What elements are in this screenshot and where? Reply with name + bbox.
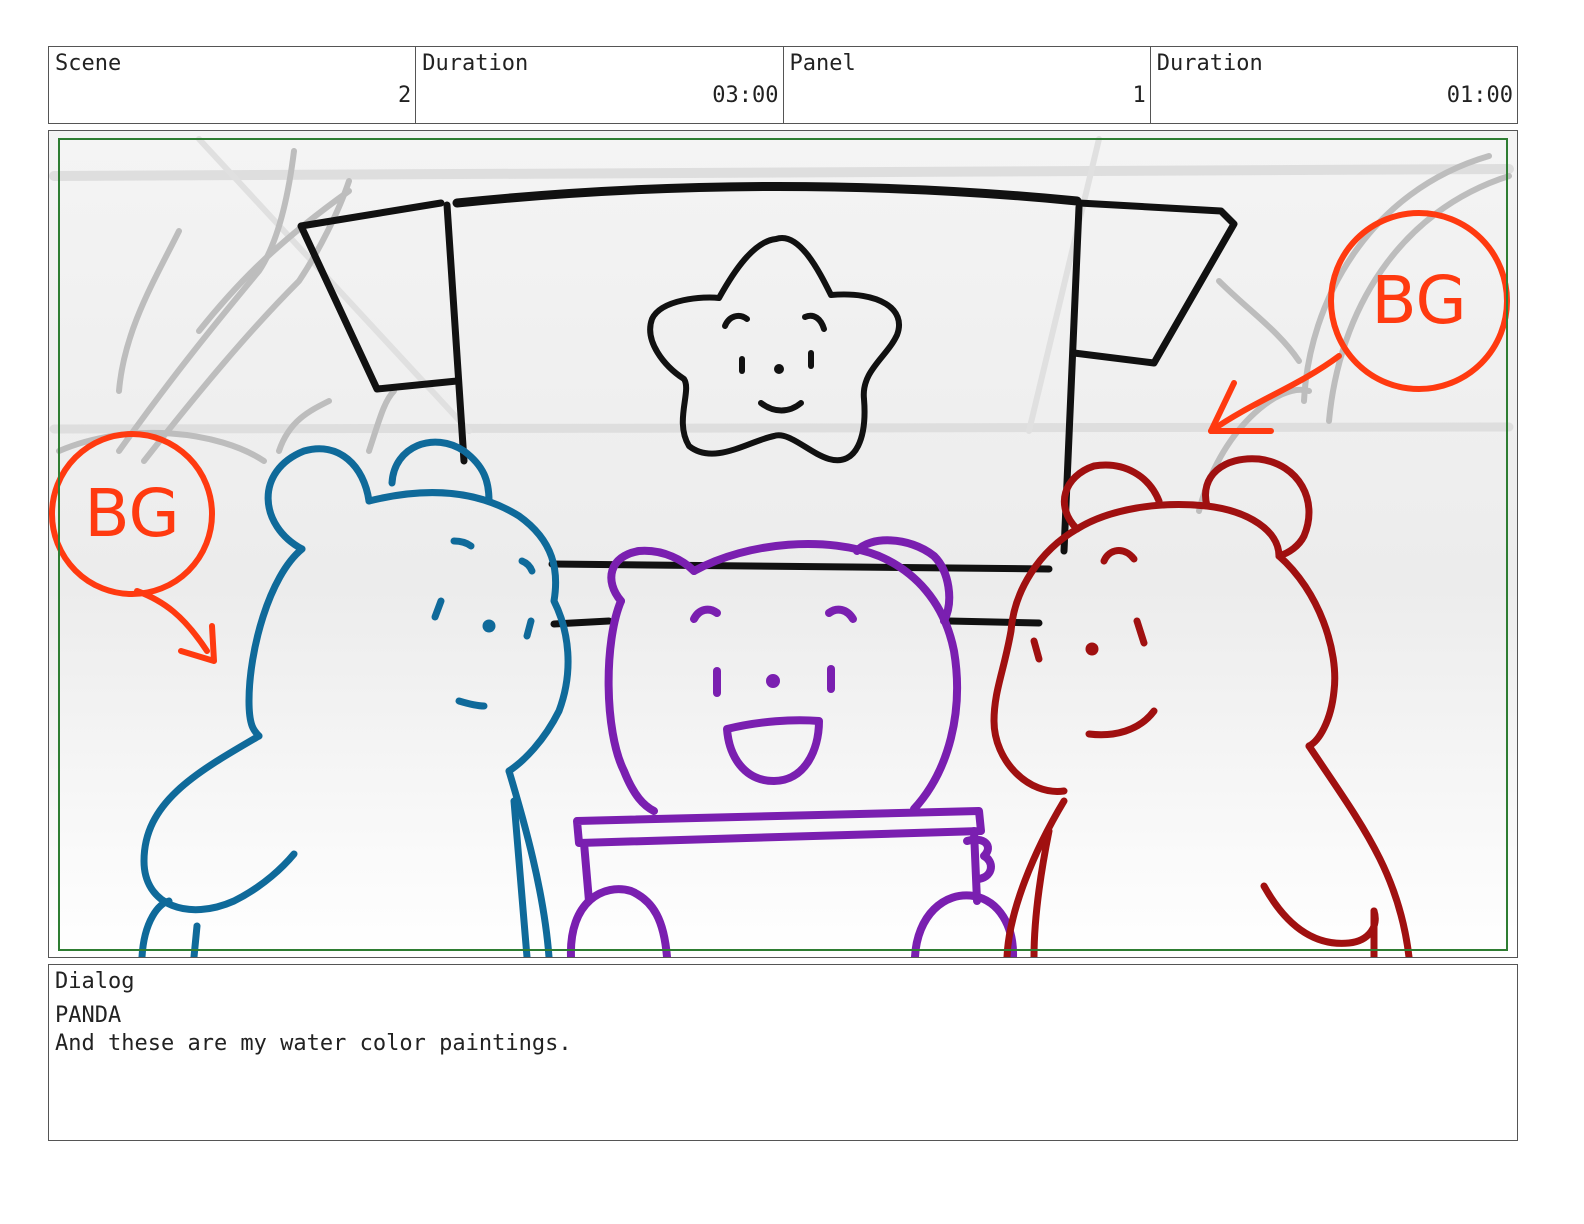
panel-header: Scene 2 Duration 03:00 Panel 1 Duration … (48, 46, 1518, 124)
scene-label: Scene (55, 51, 122, 76)
panel-duration-value: 01:00 (1446, 83, 1513, 108)
dialog-box: Dialog PANDA And these are my water colo… (48, 964, 1518, 1141)
storyboard-panel: BG BG (48, 130, 1518, 958)
bg-annotation-left-label: BG (84, 475, 179, 552)
scene-duration-cell: Duration 03:00 (416, 47, 784, 123)
panel-duration-label: Duration (1156, 51, 1263, 76)
scene-duration-value: 03:00 (712, 83, 779, 108)
panel-duration-cell: Duration 01:00 (1151, 47, 1517, 123)
scene-cell: Scene 2 (49, 47, 417, 123)
dialog-speaker: PANDA (55, 1003, 122, 1028)
panel-value: 1 (1132, 83, 1146, 108)
panel-label: Panel (789, 51, 856, 76)
scene-duration-label: Duration (422, 51, 529, 76)
scene-value: 2 (398, 83, 412, 108)
panel-cell: Panel 1 (784, 47, 1151, 123)
dialog-label: Dialog (55, 969, 135, 994)
panel-drawing: BG BG (49, 131, 1517, 957)
bg-annotation-right-label: BG (1371, 262, 1466, 339)
dialog-line: And these are my water color paintings. (55, 1031, 572, 1056)
